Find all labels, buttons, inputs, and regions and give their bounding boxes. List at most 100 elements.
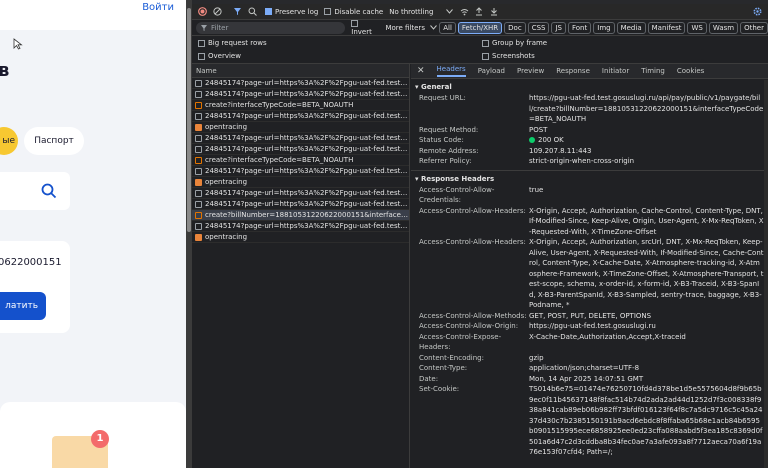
header-value: strict-origin-when-cross-origin <box>529 157 635 165</box>
header-key: Remote Address: <box>419 146 479 155</box>
throttling-select[interactable]: No throttling <box>389 8 433 16</box>
type-chip-doc[interactable]: Doc <box>504 21 526 34</box>
request-row[interactable]: opentracing <box>192 122 409 133</box>
search-field[interactable] <box>0 172 70 210</box>
request-name: opentracing <box>205 122 248 131</box>
tab-payload[interactable]: Payload <box>478 67 505 75</box>
type-chip-css[interactable]: CSS <box>527 21 550 34</box>
bill-number: 0622000151 <box>0 257 62 268</box>
request-name: opentracing <box>205 177 248 186</box>
type-chip-all[interactable]: All <box>439 21 456 34</box>
request-row[interactable]: 24845174?page-url=https%3A%2F%2Fpgu-uat-… <box>192 166 409 177</box>
request-row[interactable]: 24845174?page-url=https%3A%2F%2Fpgu-uat-… <box>192 221 409 232</box>
header-value: https://pgu-uat-fed.test.gosuslugi.ru <box>529 322 656 330</box>
script-request-icon <box>195 101 202 109</box>
big-request-rows-checkbox[interactable]: Big request rows <box>198 39 267 47</box>
tab-response[interactable]: Response <box>556 67 590 75</box>
detail-scrollbar[interactable] <box>764 80 768 468</box>
record-icon[interactable] <box>197 7 207 17</box>
more-filters-dropdown[interactable]: More filters <box>385 24 425 32</box>
request-row[interactable]: 24845174?page-url=https%3A%2F%2Fpgu-uat-… <box>192 78 409 89</box>
filter-icon[interactable] <box>232 7 242 17</box>
upload-icon[interactable] <box>474 7 484 17</box>
filter-input[interactable]: Filter <box>196 21 346 34</box>
invert-checkbox[interactable]: Invert <box>351 20 381 36</box>
tracing-request-icon <box>195 178 202 186</box>
tab-cookies[interactable]: Cookies <box>677 67 704 75</box>
pay-button[interactable]: латить <box>0 292 46 320</box>
general-section-header[interactable]: ▾ General <box>411 82 768 93</box>
header-value: X-Cache-Date,Authorization,Accept,X-trac… <box>529 332 686 341</box>
request-row[interactable]: 24845174?page-url=https%3A%2F%2Fpgu-uat-… <box>192 144 409 155</box>
tab-timing[interactable]: Timing <box>641 67 665 75</box>
type-chip-js[interactable]: JS <box>551 21 566 34</box>
chevron-down-icon[interactable] <box>429 23 437 33</box>
download-icon[interactable] <box>489 7 499 17</box>
header-key: Request URL: <box>419 94 466 102</box>
tab-headers[interactable]: Headers <box>436 65 466 77</box>
type-chip-media[interactable]: Media <box>616 21 646 34</box>
tab-preview[interactable]: Preview <box>517 67 544 75</box>
request-row[interactable]: create?billNumber=18810531220622000151&i… <box>192 210 409 221</box>
header-row: Request URL: https://pgu-uat-fed.test.gos… <box>411 93 768 125</box>
request-row[interactable]: create?interfaceTypeCode=BETA_NOAUTH <box>192 155 409 166</box>
header-row: Status Code: 200 OK <box>411 135 768 146</box>
request-row[interactable]: 24845174?page-url=https%3A%2F%2Fpgu-uat-… <box>192 199 409 210</box>
header-value: POST <box>529 125 548 134</box>
login-link[interactable]: Войти <box>142 2 174 13</box>
response-headers-section: Access-Control-Allow-Credentials: true Acc… <box>411 185 768 458</box>
request-row[interactable]: 24845174?page-url=https%3A%2F%2Fpgu-uat-… <box>192 133 409 144</box>
tab-initiator[interactable]: Initiator <box>602 67 629 75</box>
tracing-request-icon <box>195 233 202 241</box>
header-key: Access-Control-Allow-Methods: <box>419 311 527 320</box>
request-name: 24845174?page-url=https%3A%2F%2Fpgu-uat-… <box>205 166 409 175</box>
type-chip-other[interactable]: Other <box>740 21 768 34</box>
document-type-pill-active[interactable]: ые <box>0 127 18 155</box>
type-chip-wasm[interactable]: Wasm <box>708 21 739 34</box>
status-ok-icon <box>529 137 535 143</box>
header-key: Access-Control-Allow-Origin: <box>419 322 519 330</box>
type-chip-manifest[interactable]: Manifest <box>647 21 686 34</box>
request-row[interactable]: 24845174?page-url=https%3A%2F%2Fpgu-uat-… <box>192 89 409 100</box>
type-chip-font[interactable]: Font <box>568 21 592 34</box>
disable-cache-checkbox[interactable]: Disable cache <box>324 8 389 16</box>
clear-icon[interactable] <box>212 7 222 17</box>
close-icon[interactable]: ✕ <box>417 66 425 76</box>
chevron-down-icon[interactable] <box>444 7 454 17</box>
request-row[interactable]: 24845174?page-url=https%3A%2F%2Fpgu-uat-… <box>192 111 409 122</box>
screenshots-checkbox[interactable]: Screenshots <box>482 52 535 60</box>
group-by-frame-checkbox[interactable]: Group by frame <box>482 39 547 47</box>
overview-label: Overview <box>208 52 241 60</box>
request-row[interactable]: 24845174?page-url=https%3A%2F%2Fpgu-uat-… <box>192 188 409 199</box>
type-chip-fetch-xhr[interactable]: Fetch/XHR <box>457 21 503 34</box>
devtools-panel: Preserve log Disable cache No throttling… <box>192 0 768 468</box>
type-chip-ws[interactable]: WS <box>687 21 707 34</box>
response-headers-section-header[interactable]: ▾ Response Headers <box>411 174 768 185</box>
header-key: Access-Control-Allow-Headers: <box>419 238 526 246</box>
request-name: 24845174?page-url=https%3A%2F%2Fpgu-uat-… <box>205 89 409 98</box>
preserve-log-checkbox[interactable]: Preserve log <box>265 8 324 16</box>
mouse-cursor-icon <box>13 38 23 50</box>
request-rows: 24845174?page-url=https%3A%2F%2Fpgu-uat-… <box>192 78 409 243</box>
request-row[interactable]: opentracing <box>192 177 409 188</box>
header-value: X-Origin, Accept, Authorization, srcUrl,… <box>529 238 764 309</box>
document-type-pill-passport[interactable]: Паспорт <box>24 127 84 155</box>
wifi-icon[interactable] <box>459 7 469 17</box>
screenshots-label: Screenshots <box>492 52 535 60</box>
header-row: Content-Encoding: gzip <box>411 353 768 364</box>
header-row: Request Method: POST <box>411 125 768 136</box>
overview-checkbox[interactable]: Overview <box>198 52 241 60</box>
request-detail: ✕ Headers Payload Preview Response Initi… <box>411 64 768 468</box>
request-row[interactable]: create?interfaceTypeCode=BETA_NOAUTH <box>192 100 409 111</box>
filter-placeholder: Filter <box>211 23 229 32</box>
search-icon[interactable] <box>247 7 257 17</box>
page-scrollbar-thumb[interactable] <box>187 8 191 232</box>
gear-icon[interactable] <box>752 7 762 17</box>
search-icon[interactable] <box>41 183 57 199</box>
network-filter-bar: Filter Invert More filters All Fetch/XHR… <box>192 20 768 36</box>
type-chip-img[interactable]: Img <box>593 21 615 34</box>
general-section-title: General <box>420 83 452 91</box>
name-column-header[interactable]: Name <box>192 64 409 78</box>
xhr-request-icon <box>195 145 202 153</box>
request-row[interactable]: opentracing <box>192 232 409 243</box>
